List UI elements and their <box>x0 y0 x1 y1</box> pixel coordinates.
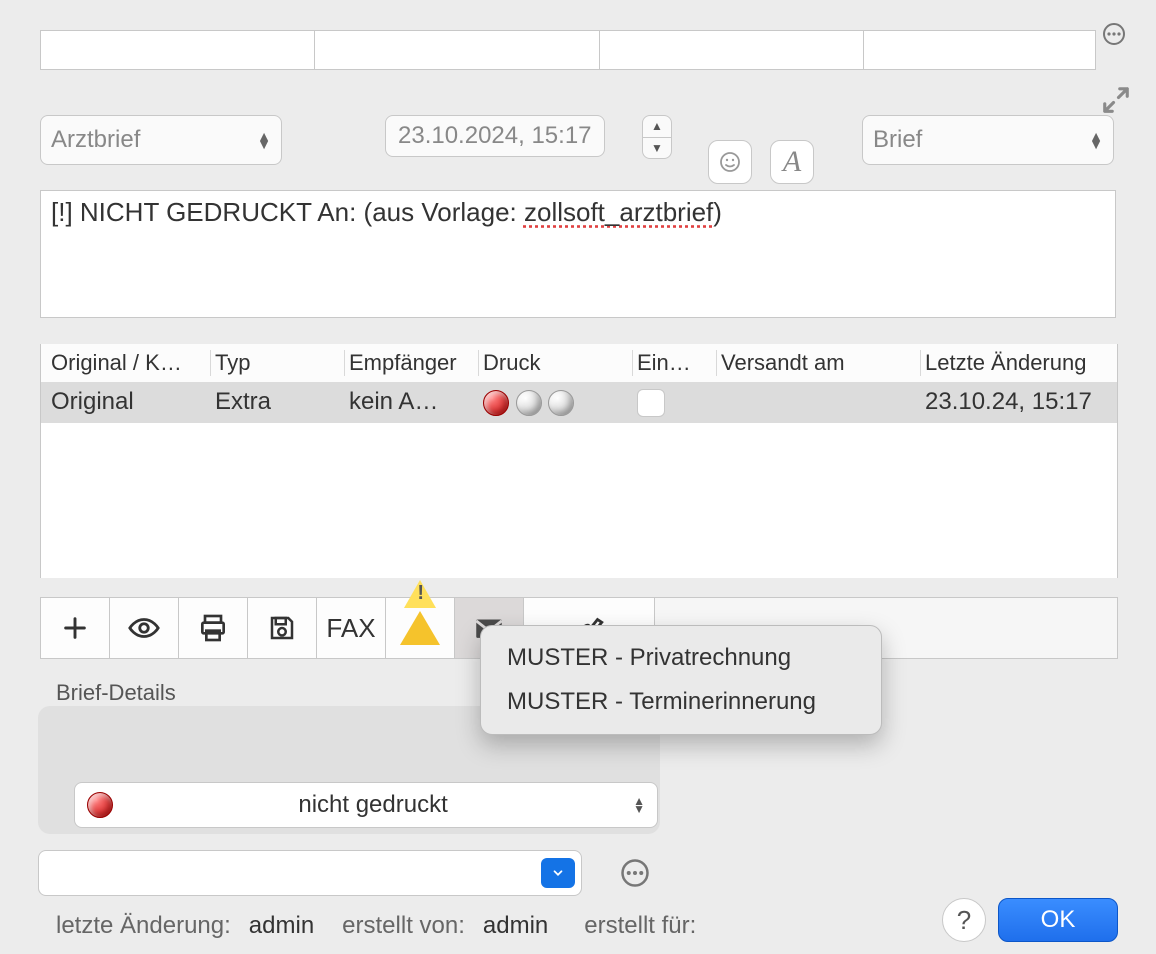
save-button[interactable] <box>248 598 317 658</box>
more-options-button[interactable] <box>620 858 650 888</box>
datetime-value: 23.10.2024, 15:17 <box>398 122 592 149</box>
help-button[interactable]: ? <box>942 898 986 942</box>
fax-label: FAX <box>326 613 375 644</box>
status-grey-icon <box>516 390 542 416</box>
font-button[interactable]: A <box>770 140 814 184</box>
more-icon[interactable] <box>1102 22 1126 46</box>
table-row[interactable]: Original Extra kein A… 23.10.24, 15:17 <box>41 382 1117 423</box>
letter-kind-label: Brief <box>873 126 1089 154</box>
combo-open-button[interactable] <box>541 858 575 888</box>
cell-ein[interactable] <box>637 388 717 417</box>
plus-icon <box>61 614 89 642</box>
eye-icon <box>127 611 161 645</box>
save-icon <box>267 613 297 643</box>
warn-button[interactable] <box>386 598 455 658</box>
copies-table: Original / K… Typ Empfänger Druck Ein… V… <box>40 344 1118 578</box>
ok-button[interactable]: OK <box>998 898 1118 942</box>
datetime-field[interactable]: 23.10.2024, 15:17 <box>385 115 605 157</box>
cell-typ: Extra <box>215 388 345 416</box>
letter-kind-select[interactable]: Brief ▲▼ <box>862 115 1114 165</box>
more-icon <box>620 858 650 888</box>
smiley-icon <box>718 150 742 174</box>
warning-icon <box>400 611 440 645</box>
preview-button[interactable] <box>110 598 179 658</box>
col-ein[interactable]: Ein… <box>637 350 717 376</box>
cell-letzte: 23.10.24, 15:17 <box>925 388 1135 416</box>
col-empf[interactable]: Empfänger <box>349 350 479 376</box>
checkbox-icon[interactable] <box>637 389 665 417</box>
status-grey-icon <box>548 390 574 416</box>
created-by-label: erstellt von: <box>342 912 465 940</box>
status-red-icon <box>87 792 113 818</box>
fax-button[interactable]: FAX <box>317 598 386 658</box>
step-up-icon[interactable]: ▲ <box>643 116 671 138</box>
menu-item-privatrechnung[interactable]: MUSTER - Privatrechnung <box>481 636 881 680</box>
table-empty-area <box>41 423 1117 578</box>
chevron-updown-icon: ▲▼ <box>257 132 271 148</box>
col-letzte[interactable]: Letzte Änderung <box>925 350 1117 376</box>
print-status-label: nicht gedruckt <box>113 791 633 819</box>
chevron-updown-icon: ▲▼ <box>633 797 645 813</box>
text-suffix: ) <box>713 197 722 227</box>
print-button[interactable] <box>179 598 248 658</box>
printer-icon <box>197 612 229 644</box>
chevron-down-icon <box>551 866 565 880</box>
meta-info: letzte Änderung: admin erstellt von: adm… <box>56 912 696 940</box>
menu-item-terminerinnerung[interactable]: MUSTER - Terminerinnerung <box>481 680 881 724</box>
col-typ[interactable]: Typ <box>215 350 345 376</box>
last-change-label: letzte Änderung: <box>56 912 231 940</box>
created-for-label: erstellt für: <box>584 912 696 940</box>
chevron-updown-icon: ▲▼ <box>1089 132 1103 148</box>
details-title: Brief-Details <box>56 680 176 706</box>
status-red-icon <box>483 390 509 416</box>
emoji-button[interactable] <box>708 140 752 184</box>
template-name: zollsoft_arztbrief <box>524 197 713 227</box>
add-button[interactable] <box>41 598 110 658</box>
last-change-user: admin <box>249 912 314 940</box>
created-by-user: admin <box>483 912 548 940</box>
print-status-select[interactable]: nicht gedruckt ▲▼ <box>74 782 658 828</box>
datetime-stepper[interactable]: ▲ ▼ <box>642 115 672 159</box>
top-segmented-bar <box>40 30 1096 70</box>
letter-body-textarea[interactable]: [!] NICHT GEDRUCKT An: (aus Vorlage: zol… <box>40 190 1116 318</box>
col-druck[interactable]: Druck <box>483 350 633 376</box>
font-icon: A <box>783 145 801 179</box>
expand-icon[interactable] <box>1101 85 1131 115</box>
step-down-icon[interactable]: ▼ <box>643 138 671 159</box>
document-type-label: Arztbrief <box>51 126 257 154</box>
ok-label: OK <box>1041 906 1076 934</box>
text-prefix: [!] NICHT GEDRUCKT An: (aus Vorlage: <box>51 197 524 227</box>
cell-druck <box>483 388 633 416</box>
help-label: ? <box>957 905 971 936</box>
col-original[interactable]: Original / K… <box>51 350 211 376</box>
tag-combo[interactable] <box>38 850 582 896</box>
table-header: Original / K… Typ Empfänger Druck Ein… V… <box>41 344 1117 382</box>
cell-empf: kein A… <box>349 388 479 416</box>
template-popup-menu: MUSTER - Privatrechnung MUSTER - Termine… <box>480 625 882 735</box>
document-type-select[interactable]: Arztbrief ▲▼ <box>40 115 282 165</box>
cell-original: Original <box>51 388 211 416</box>
col-versandt[interactable]: Versandt am <box>721 350 921 376</box>
